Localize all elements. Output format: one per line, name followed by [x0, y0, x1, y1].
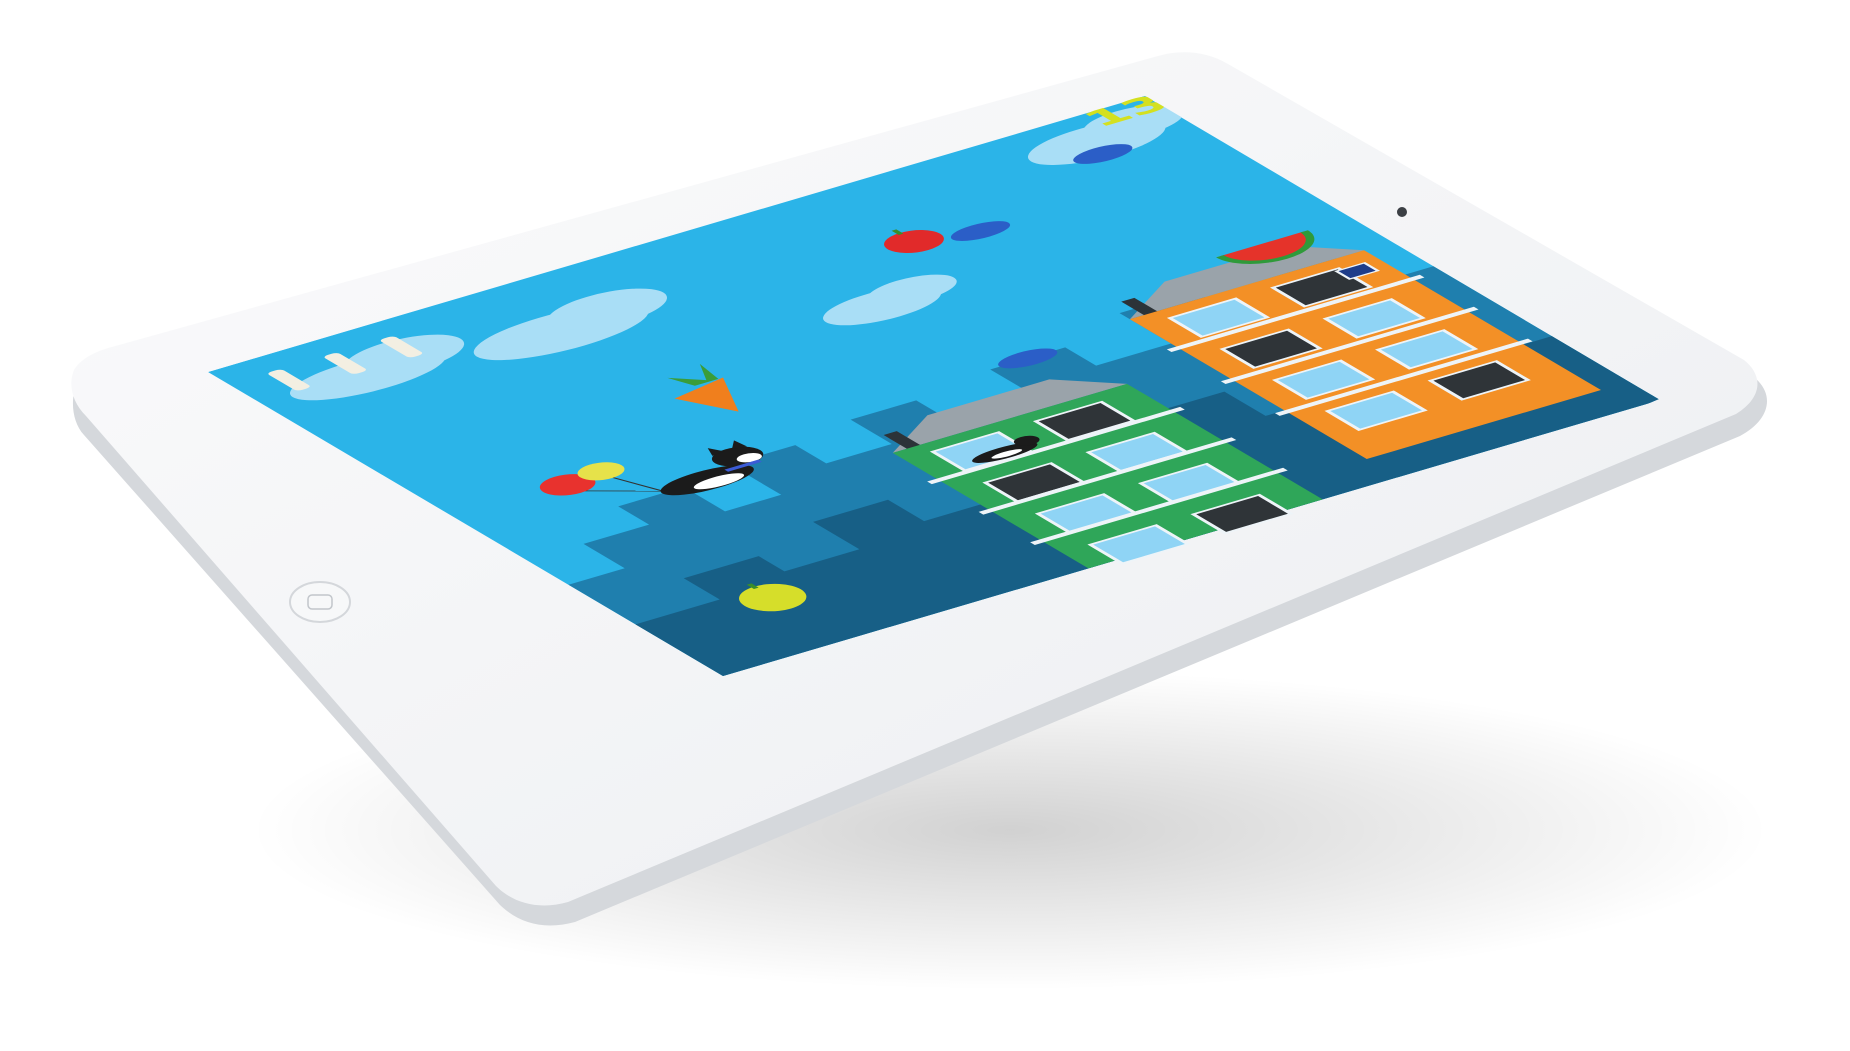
tablet-scene: SCORE 1350 10:50 PM 100%: [71, 52, 1770, 990]
front-camera: [1397, 207, 1407, 217]
home-button[interactable]: [289, 581, 351, 623]
